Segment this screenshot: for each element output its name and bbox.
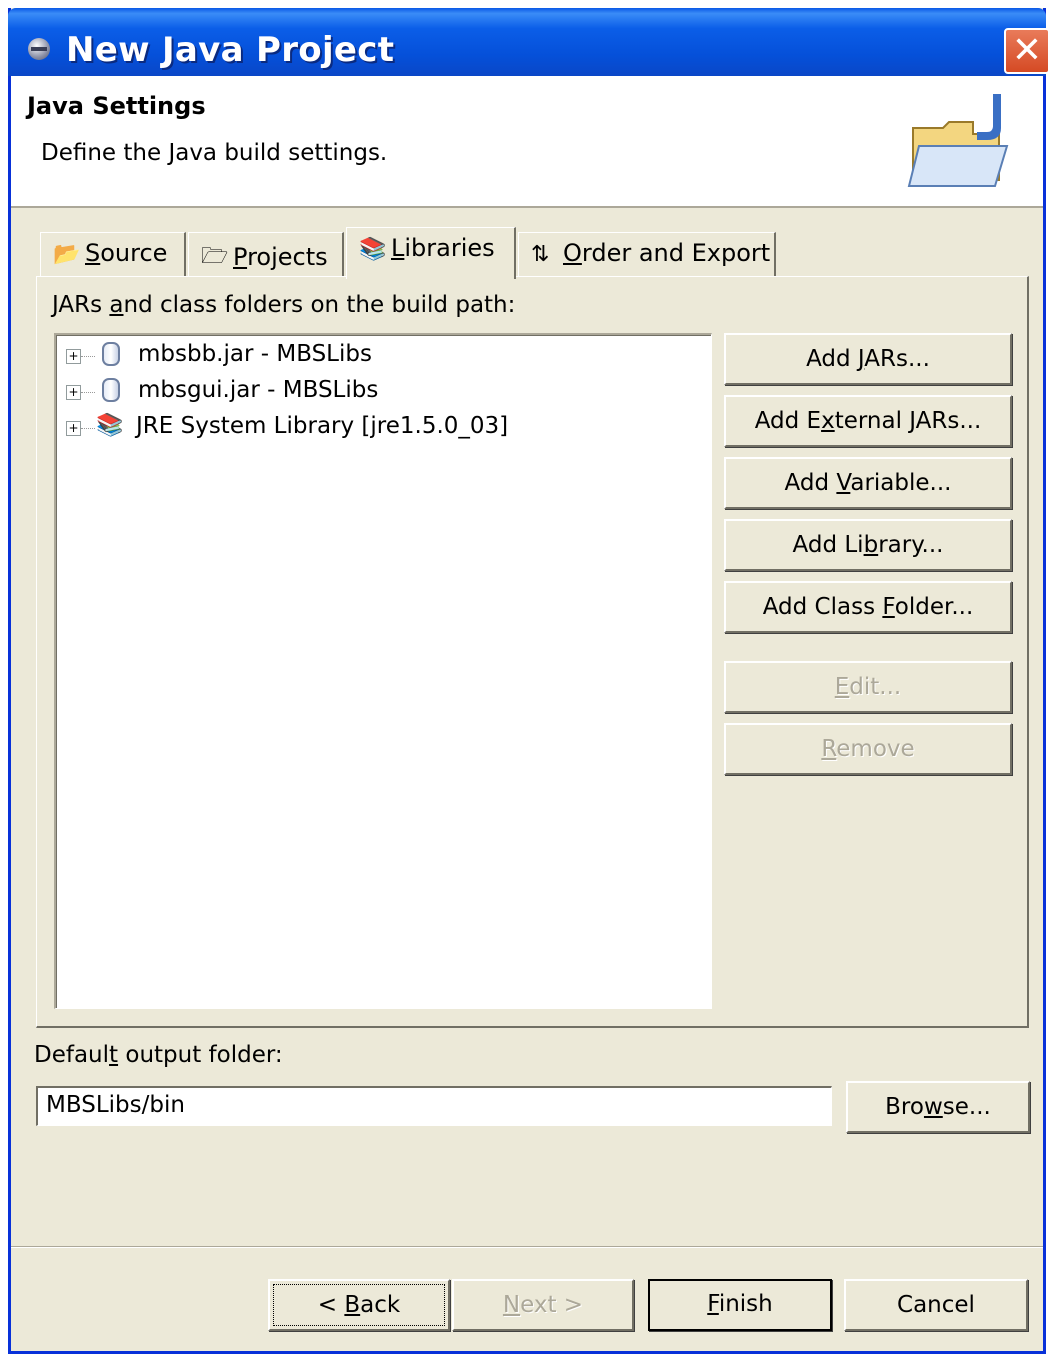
output-folder-label: Default output folder: (34, 1042, 283, 1068)
wizard-header: Java Settings Define the Java build sett… (11, 76, 1043, 208)
tab-order-export[interactable]: ⇅ Order and Export (518, 232, 776, 276)
tab-source[interactable]: 📂 Source (40, 232, 186, 276)
add-library-button[interactable]: Add Library... (724, 519, 1012, 571)
tab-libraries-mnemonic: L (391, 234, 405, 262)
add-class-folder-post: older... (894, 594, 974, 620)
add-class-folder-pre: Add Class (762, 594, 883, 620)
browse-button[interactable]: Browse... (846, 1081, 1030, 1133)
back-pre: < (317, 1292, 345, 1318)
add-variable-pre: Add (784, 470, 837, 496)
close-button[interactable]: ✕ (1004, 28, 1048, 74)
add-external-jars-post: ternal JARs... (834, 408, 982, 434)
tab-projects-mnemonic: P (233, 243, 248, 271)
next-button[interactable]: Next > (452, 1279, 634, 1331)
tab-libraries[interactable]: 📚 Libraries (346, 227, 516, 279)
tab-order-export-mnemonic: O (563, 239, 582, 267)
tab-order-export-label: rder and Export (581, 239, 771, 267)
tree-line (81, 392, 95, 393)
tab-libraries-label: ibraries (404, 234, 495, 262)
footer-separator (11, 1246, 1043, 1248)
browse-mnemonic: w (923, 1094, 943, 1120)
remove-post: emove (836, 736, 915, 762)
next-mnemonic: N (502, 1292, 521, 1318)
browse-post: se... (942, 1094, 991, 1120)
eclipse-icon (28, 38, 50, 60)
remove-mnemonic: R (821, 736, 837, 762)
browse-pre: Bro (885, 1094, 924, 1120)
back-post: ack (360, 1292, 401, 1318)
jar-icon (102, 378, 120, 402)
jar-icon (102, 342, 120, 366)
add-class-folder-mnemonic: F (882, 594, 895, 620)
java-project-folder-icon (907, 94, 1009, 187)
add-jars-pre: Add (806, 346, 858, 372)
add-variable-mnemonic: V (836, 470, 851, 496)
tab-source-label: ource (100, 239, 168, 267)
tab-projects-label: rojects (247, 243, 328, 271)
expand-icon[interactable]: + (66, 385, 81, 400)
add-jars-button[interactable]: Add JARs... (724, 333, 1012, 385)
expand-icon[interactable]: + (66, 421, 81, 436)
back-button[interactable]: < Back (268, 1279, 450, 1331)
expand-icon[interactable]: + (66, 349, 81, 364)
title-bar[interactable]: New Java Project ✕ (8, 8, 1048, 76)
tree-line (81, 356, 95, 357)
tree-item-label: mbsgui.jar - MBSLibs (138, 377, 379, 403)
add-variable-button[interactable]: Add Variable... (724, 457, 1012, 509)
add-library-mnemonic: b (863, 532, 879, 558)
edit-button[interactable]: Edit... (724, 661, 1012, 713)
tab-projects[interactable]: 🗁 Projects (188, 232, 344, 276)
page-description: Define the Java build settings. (41, 140, 388, 166)
cancel-button[interactable]: Cancel (844, 1279, 1028, 1331)
back-mnemonic: B (344, 1292, 361, 1318)
output-label-mnemonic: t (109, 1042, 119, 1068)
add-external-jars-pre: Add E (754, 408, 822, 434)
tree-line (81, 428, 95, 429)
tree-item-label: JRE System Library [jre1.5.0_03] (136, 413, 509, 439)
add-library-post: rary... (878, 532, 944, 558)
output-label-post: output folder: (118, 1042, 283, 1068)
build-path-tree[interactable]: + mbsbb.jar - MBSLibs + mbsgui.jar - MBS… (54, 333, 712, 1009)
build-path-label: JARs and class folders on the build path… (52, 292, 515, 318)
source-folder-icon: 📂 (53, 241, 81, 267)
build-path-label-mnemonic: a (109, 292, 124, 318)
add-external-jars-mnemonic: x (821, 408, 835, 434)
add-variable-post: ariable... (850, 470, 952, 496)
order-export-icon: ⇅ (531, 241, 550, 267)
add-external-jars-button[interactable]: Add External JARs... (724, 395, 1012, 447)
output-label-pre: Defaul (34, 1042, 110, 1068)
build-path-label-pre: JARs (52, 292, 110, 318)
window-title: New Java Project (66, 30, 395, 70)
close-icon: ✕ (1011, 30, 1043, 71)
build-path-label-post: nd class folders on the build path: (123, 292, 516, 318)
tab-source-mnemonic: S (85, 239, 101, 267)
finish-post: inish (718, 1291, 773, 1317)
libraries-icon: 📚 (359, 236, 387, 262)
finish-button[interactable]: Finish (648, 1279, 832, 1331)
add-jars-post: ARs... (864, 346, 930, 372)
add-class-folder-button[interactable]: Add Class Folder... (724, 581, 1012, 633)
next-post: ext > (520, 1292, 584, 1318)
library-icon: 📚 (96, 413, 124, 438)
output-folder-input[interactable]: MBSLibs/bin (36, 1086, 832, 1126)
projects-folder-icon: 🗁 (201, 244, 229, 269)
edit-post: dit... (849, 674, 902, 700)
finish-mnemonic: F (707, 1291, 719, 1317)
remove-button[interactable]: Remove (724, 723, 1012, 775)
page-title: Java Settings (27, 92, 206, 120)
edit-mnemonic: E (834, 674, 850, 700)
add-library-pre: Add Li (792, 532, 864, 558)
tree-item-label: mbsbb.jar - MBSLibs (138, 341, 372, 367)
